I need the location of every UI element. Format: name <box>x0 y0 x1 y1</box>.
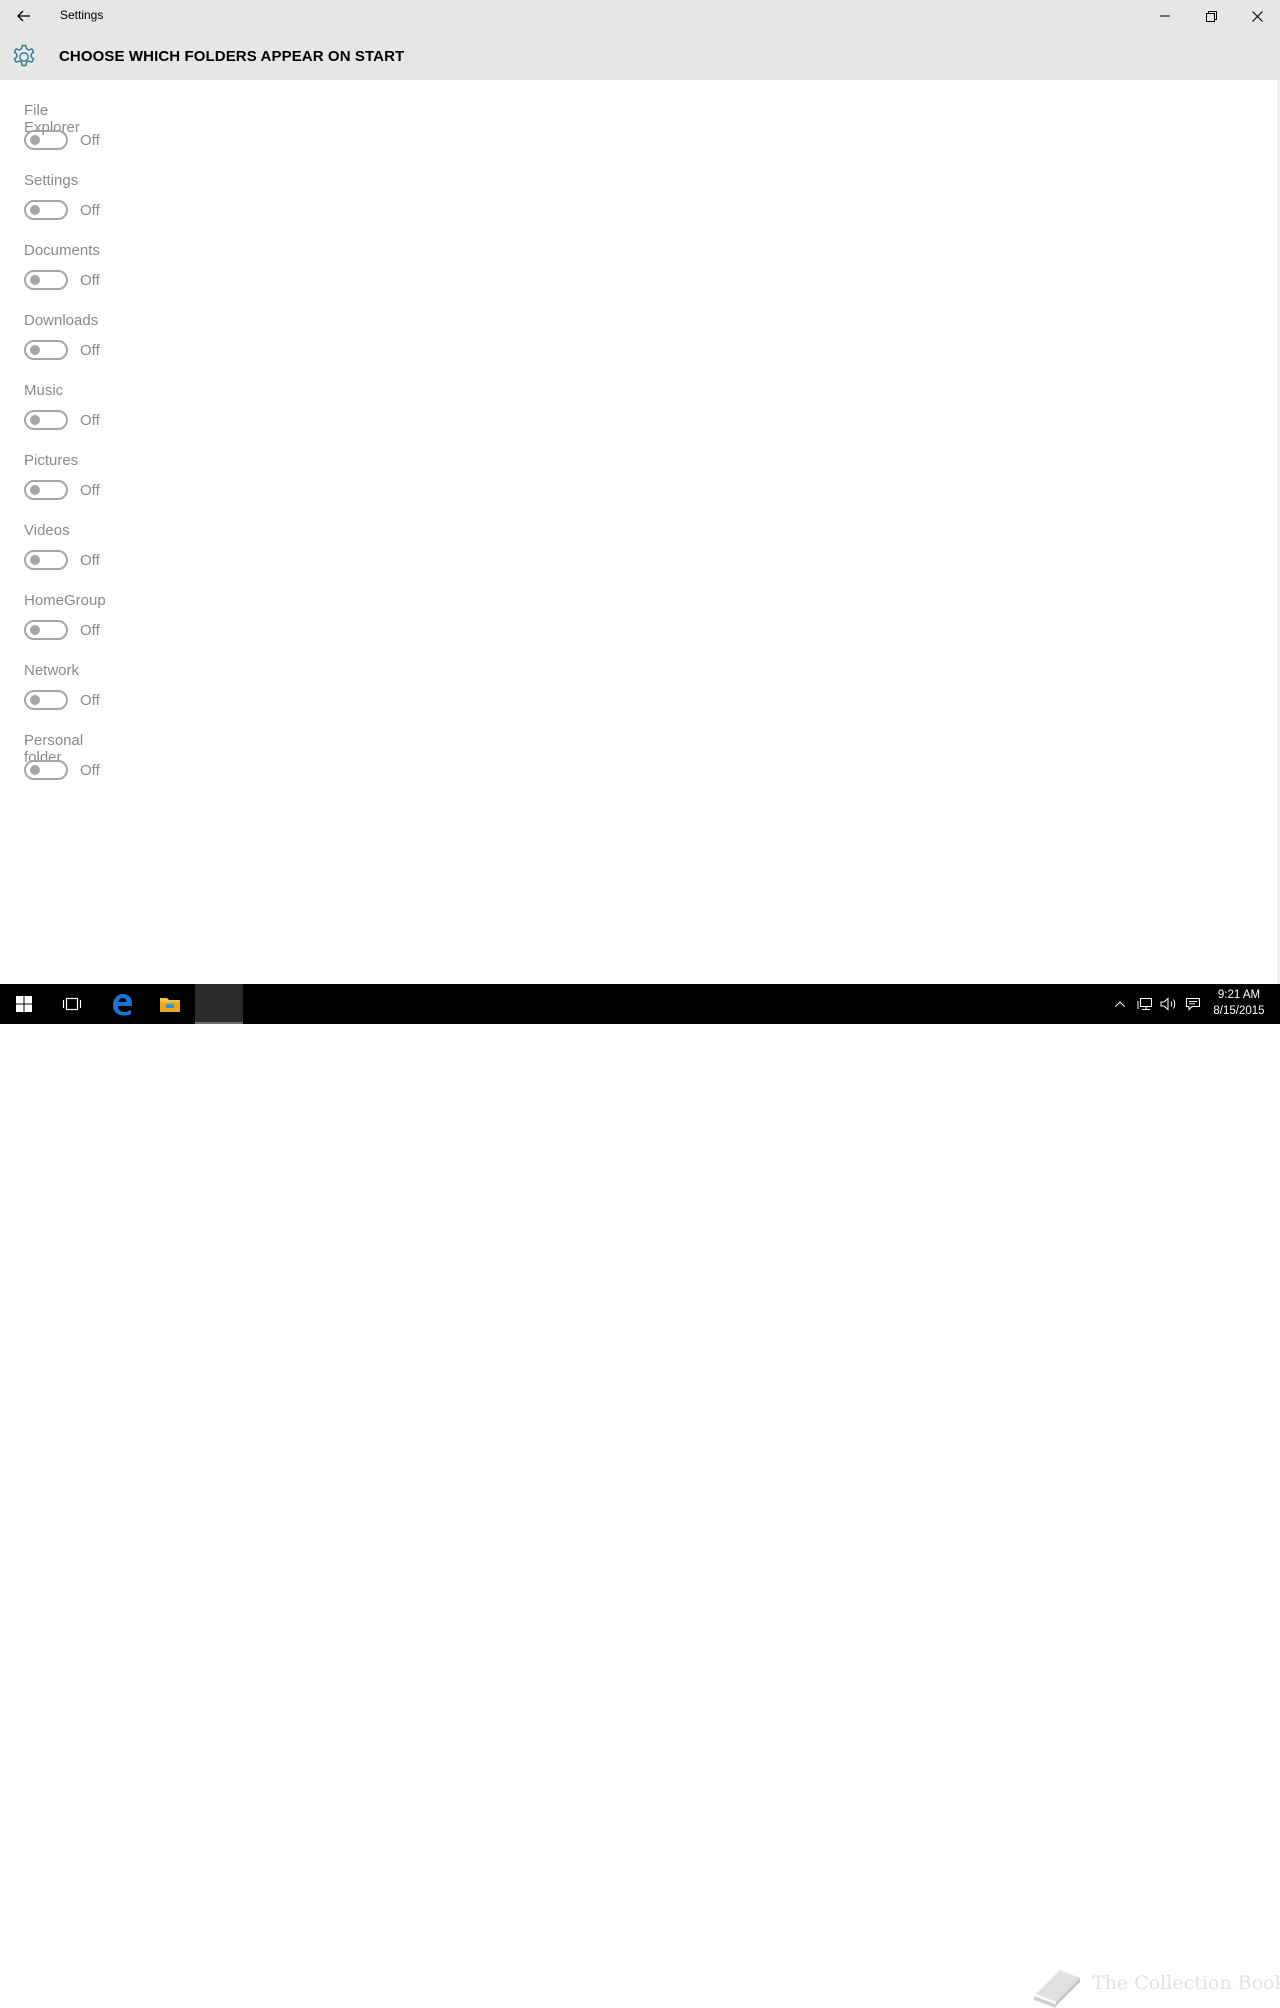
restore-button[interactable] <box>1188 0 1234 32</box>
toggle-state-text: Off <box>80 762 100 779</box>
setting-label: Pictures <box>24 452 79 469</box>
toggle-knob <box>30 625 40 635</box>
edge-browser-button[interactable] <box>98 984 146 1024</box>
homegroup-toggle[interactable] <box>24 620 68 640</box>
setting-label: Videos <box>24 522 70 539</box>
title-bar: Settings <box>0 0 1280 32</box>
toggle-state-text: Off <box>80 342 100 359</box>
back-button[interactable] <box>0 0 48 32</box>
file-explorer-button[interactable] <box>146 984 194 1024</box>
taskbar-clock[interactable]: 9:21 AM 8/15/2015 <box>1206 987 1272 1019</box>
videos-toggle[interactable] <box>24 550 68 570</box>
settings-toggle[interactable] <box>24 200 68 220</box>
documents-toggle[interactable] <box>24 270 68 290</box>
toggle-knob <box>30 695 40 705</box>
toggle-state-text: Off <box>80 412 100 429</box>
close-icon <box>1251 10 1263 22</box>
downloads-toggle[interactable] <box>24 340 68 360</box>
close-button[interactable] <box>1234 0 1280 32</box>
toggle-knob <box>30 345 40 355</box>
clock-date: 8/15/2015 <box>1213 1005 1265 1017</box>
personal-folder-toggle[interactable] <box>24 760 68 780</box>
windows-logo-icon <box>16 996 32 1012</box>
start-button[interactable] <box>0 984 48 1024</box>
toggle-state-text: Off <box>80 482 100 499</box>
network-toggle[interactable] <box>24 690 68 710</box>
toggle-state-text: Off <box>80 692 100 709</box>
page-title: CHOOSE WHICH FOLDERS APPEAR ON START <box>59 48 405 65</box>
toggle-knob <box>30 275 40 285</box>
notification-icon <box>1186 998 1200 1011</box>
volume-icon <box>1160 997 1176 1011</box>
music-toggle[interactable] <box>24 410 68 430</box>
edge-browser-icon <box>113 994 132 1016</box>
setting-label: Music <box>24 382 64 399</box>
task-view-button[interactable] <box>48 984 96 1024</box>
toggle-state-text: Off <box>80 132 100 149</box>
window-title: Settings <box>60 8 104 22</box>
watermark: The Collection Book <box>1030 1964 1280 2008</box>
action-center-button[interactable] <box>1182 984 1204 1024</box>
file-explorer-toggle[interactable] <box>24 130 68 150</box>
toggle-state-text: Off <box>80 552 100 569</box>
restore-icon <box>1205 10 1217 22</box>
minimize-icon <box>1160 15 1170 17</box>
toggle-knob <box>30 555 40 565</box>
setting-label: Documents <box>24 242 100 259</box>
taskbar: The Collection Book 9:21 AM 8/15/2015 <box>0 984 1280 2008</box>
setting-label: HomeGroup <box>24 592 106 609</box>
toggle-knob <box>30 485 40 495</box>
setting-label: Settings <box>24 172 79 189</box>
chevron-up-icon <box>1115 1001 1125 1007</box>
gear-icon <box>13 44 35 67</box>
clock-time: 9:21 AM <box>1217 989 1261 1001</box>
toggle-knob <box>30 415 40 425</box>
network-icon <box>1137 998 1152 1010</box>
toggle-state-text: Off <box>80 202 100 219</box>
settings-app-button[interactable] <box>195 984 243 1024</box>
book-logo-icon <box>1034 1970 1080 2008</box>
minimize-button[interactable] <box>1142 0 1188 32</box>
volume-tray-button[interactable] <box>1158 984 1180 1024</box>
show-hidden-icons-button[interactable] <box>1110 984 1130 1024</box>
task-view-icon <box>62 997 82 1011</box>
network-tray-button[interactable] <box>1134 984 1156 1024</box>
setting-label: Downloads <box>24 312 99 329</box>
page-header: CHOOSE WHICH FOLDERS APPEAR ON START <box>0 32 1280 80</box>
toggle-knob <box>30 205 40 215</box>
settings-window: Settings CHOOSE WHICH FOLDERS APPEAR ON … <box>0 0 1280 984</box>
pictures-toggle[interactable] <box>24 480 68 500</box>
watermark-text: The Collection Book <box>1092 1972 1280 1994</box>
file-explorer-icon <box>160 998 180 1012</box>
toggle-state-text: Off <box>80 272 100 289</box>
back-arrow-icon <box>17 10 30 22</box>
toggle-knob <box>30 765 40 775</box>
toggle-state-text: Off <box>80 622 100 639</box>
setting-label: Network <box>24 662 80 679</box>
toggle-knob <box>30 135 40 145</box>
